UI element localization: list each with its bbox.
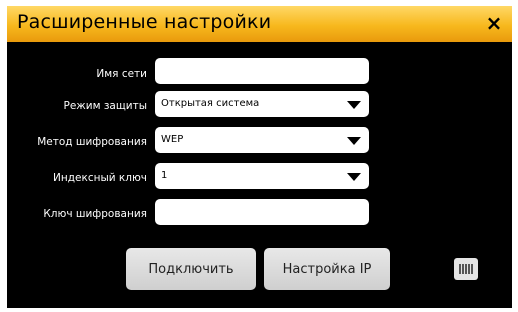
title-bar: Расширенные настройки ×	[7, 6, 512, 42]
advanced-settings-dialog: Расширенные настройки × Имя сети Режим з…	[7, 6, 512, 308]
chevron-down-icon[interactable]	[347, 101, 361, 109]
security-mode-value: Открытая система	[161, 98, 260, 109]
ip-settings-button[interactable]: Настройка IP	[264, 248, 390, 290]
security-mode-label: Режим защиты	[63, 100, 147, 112]
connect-button[interactable]: Подключить	[126, 248, 256, 290]
keyboard-icon[interactable]	[454, 258, 478, 280]
chevron-down-icon[interactable]	[347, 173, 361, 181]
network-name-input[interactable]	[155, 58, 369, 84]
security-mode-select[interactable]: Открытая система	[155, 91, 369, 117]
network-name-field[interactable]	[155, 58, 369, 84]
dialog-title: Расширенные настройки	[17, 11, 272, 33]
key-index-select[interactable]: 1	[155, 163, 369, 189]
encryption-method-label: Метод шифрования	[37, 136, 147, 148]
encryption-method-select[interactable]: WEP	[155, 127, 369, 153]
encryption-key-field[interactable]	[155, 199, 369, 225]
encryption-method-value: WEP	[161, 134, 184, 145]
key-index-label: Индексный ключ	[53, 172, 147, 184]
chevron-down-icon[interactable]	[347, 137, 361, 145]
encryption-key-label: Ключ шифрования	[43, 208, 147, 220]
encryption-key-input[interactable]	[155, 199, 369, 225]
close-icon[interactable]: ×	[482, 10, 506, 36]
network-name-label: Имя сети	[96, 68, 147, 80]
key-index-value: 1	[161, 170, 168, 181]
